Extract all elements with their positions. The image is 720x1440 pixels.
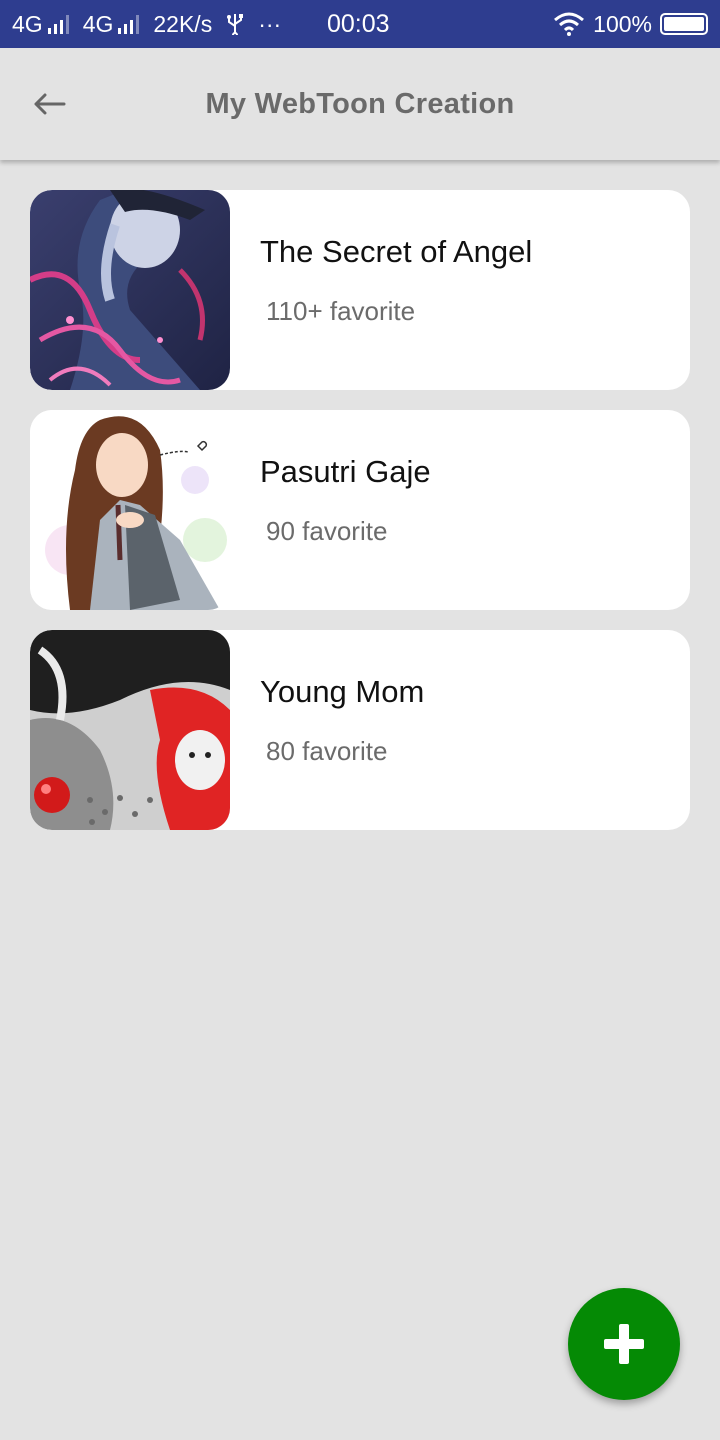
webtoon-card[interactable]: Young Mom 80 favorite: [30, 630, 690, 830]
network-type-1: 4G: [12, 10, 43, 37]
network-speed: 22K/s: [153, 10, 213, 37]
cell-signal-1: 4G: [12, 11, 69, 38]
battery-percent: 100%: [593, 10, 652, 37]
signal-bars-icon: [47, 14, 69, 34]
usb-icon: [226, 13, 244, 35]
webtoon-card[interactable]: The Secret of Angel 110+ favorite: [30, 190, 690, 390]
cell-signal-2: 4G: [83, 11, 140, 38]
more-notifications-icon: ···: [258, 10, 282, 37]
webtoon-card[interactable]: Pasutri Gaje 90 favorite: [30, 410, 690, 610]
webtoon-list: The Secret of Angel 110+ favorite Pasutr…: [30, 190, 690, 850]
webtoon-cover-image: [30, 410, 230, 610]
app-bar: My WebToon Creation: [0, 48, 720, 160]
webtoon-cover-image: [30, 190, 230, 390]
signal-bars-icon: [118, 14, 140, 34]
favorite-count: 110+ favorite: [266, 296, 416, 326]
clock: 00:03: [327, 9, 390, 38]
status-bar: 4G 4G 22K/s ··· 00:03 100%: [0, 0, 720, 48]
wifi-icon: [553, 12, 585, 36]
page-title: My WebToon Creation: [205, 87, 515, 120]
favorite-count: 90 favorite: [266, 516, 388, 546]
webtoon-cover-image: [30, 630, 230, 830]
webtoon-title: The Secret of Angel: [260, 234, 533, 269]
webtoon-title: Young Mom: [260, 674, 425, 709]
network-type-2: 4G: [82, 10, 114, 37]
webtoon-title: Pasutri Gaje: [260, 454, 431, 489]
plus-icon: [604, 1324, 644, 1364]
favorite-count: 80 favorite: [266, 736, 388, 766]
add-webtoon-button[interactable]: [568, 1288, 680, 1400]
battery-icon: [660, 13, 708, 35]
